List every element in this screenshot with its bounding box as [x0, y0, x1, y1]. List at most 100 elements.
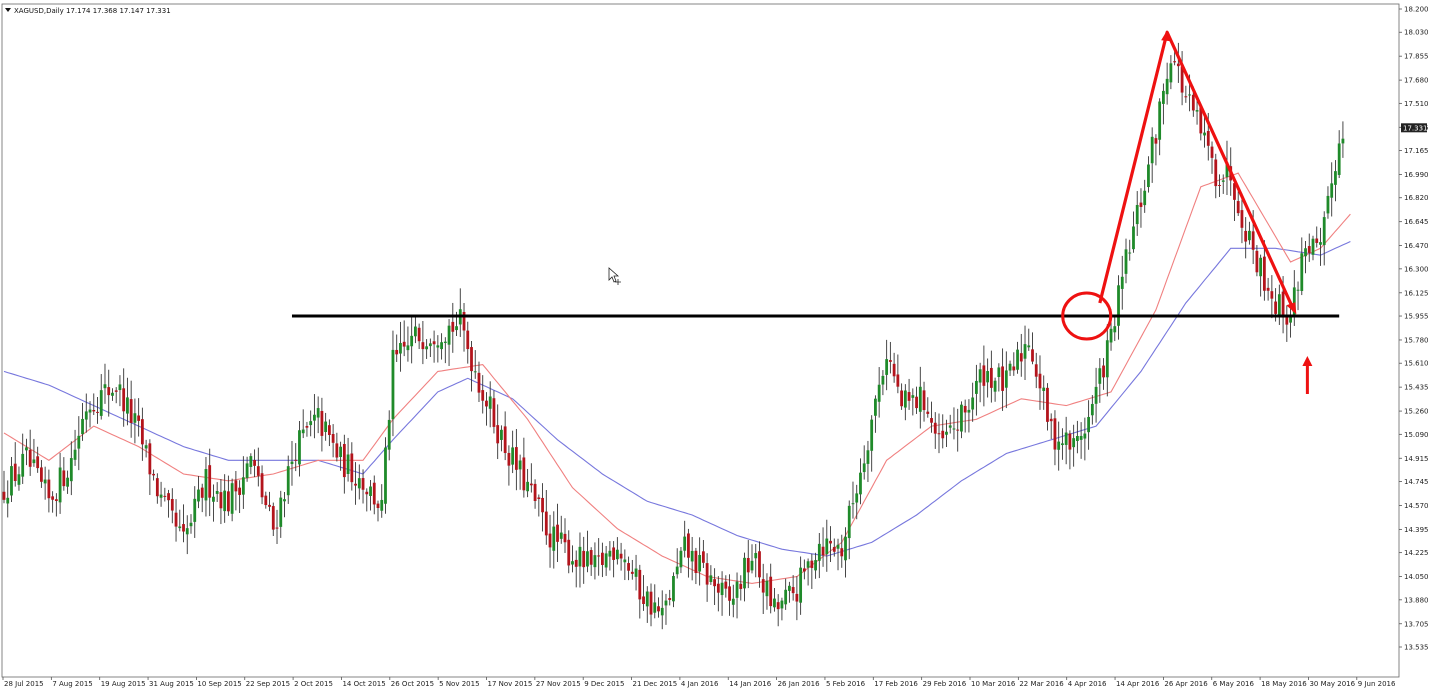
- bear-candle: [533, 483, 537, 502]
- bear-candle: [829, 540, 832, 544]
- bear-candle: [507, 452, 511, 466]
- bear-candle: [238, 487, 242, 495]
- bear-candle: [514, 447, 518, 470]
- bear-candle: [481, 390, 485, 401]
- bull-candle: [511, 447, 515, 465]
- bull-candle: [1128, 252, 1132, 254]
- bull-candle: [817, 543, 821, 561]
- bear-candle: [47, 479, 51, 499]
- y-tick-label: 18.200: [1404, 6, 1429, 14]
- bull-candle: [604, 553, 608, 568]
- bull-candle: [215, 490, 219, 494]
- bear-candle: [421, 342, 425, 350]
- bear-candle: [271, 506, 275, 530]
- bear-candle: [354, 483, 357, 486]
- bull-candle: [743, 557, 746, 589]
- x-tick-label: 22 Mar 2016: [1019, 680, 1064, 688]
- bear-candle: [601, 552, 604, 565]
- x-tick-label: 18 May 2016: [1261, 680, 1307, 688]
- bear-candle: [619, 553, 623, 559]
- bull-candle: [844, 536, 847, 561]
- bull-candle: [945, 431, 948, 435]
- bear-candle: [170, 498, 174, 511]
- bear-candle: [1001, 366, 1004, 391]
- bull-candle: [69, 458, 73, 482]
- bear-candle: [1274, 301, 1277, 314]
- bull-candle: [369, 486, 372, 496]
- y-tick-label: 13.535: [1404, 644, 1429, 652]
- bull-candle: [380, 499, 384, 511]
- bull-candle: [1259, 257, 1263, 277]
- bear-candle: [1240, 210, 1244, 228]
- bull-candle: [10, 466, 13, 496]
- bull-candle: [660, 607, 664, 616]
- x-tick-label: 5 Nov 2015: [439, 680, 479, 688]
- bear-candle: [1270, 291, 1274, 299]
- bull-candle: [773, 598, 776, 608]
- bull-candle: [881, 375, 885, 385]
- bull-candle: [21, 453, 25, 477]
- bull-candle: [765, 580, 769, 597]
- x-tick-label: 26 Jan 2016: [778, 680, 821, 688]
- bull-candle: [731, 598, 735, 605]
- chart-canvas[interactable]: XAGUSD,Daily 17.174 17.368 17.147 17.331…: [0, 0, 1430, 695]
- bear-candle: [327, 425, 331, 436]
- bear-candle: [335, 443, 339, 458]
- bear-candle: [1154, 138, 1158, 144]
- price-chart[interactable]: XAGUSD,Daily 17.174 17.368 17.147 17.331…: [0, 0, 1430, 695]
- bull-candle: [971, 397, 975, 410]
- bear-candle: [466, 330, 470, 350]
- bear-candle: [137, 415, 141, 421]
- bull-candle: [1326, 195, 1330, 214]
- bull-candle: [623, 559, 627, 563]
- bear-candle: [1266, 287, 1270, 291]
- bull-candle: [290, 461, 294, 465]
- bear-candle: [716, 583, 720, 593]
- bear-candle: [728, 586, 731, 601]
- bull-candle: [1296, 289, 1300, 291]
- bull-candle: [615, 549, 619, 560]
- x-tick-label: 14 Oct 2015: [342, 680, 385, 688]
- bull-candle: [948, 425, 952, 428]
- bull-candle: [806, 561, 810, 568]
- x-tick-label: 7 Aug 2015: [52, 680, 92, 688]
- bull-candle: [1079, 435, 1083, 440]
- bull-candle: [488, 396, 492, 409]
- y-tick-label: 14.570: [1404, 502, 1429, 510]
- bear-candle: [163, 495, 167, 497]
- bear-candle: [320, 410, 324, 436]
- bull-candle: [84, 411, 88, 420]
- bull-candle: [443, 341, 447, 344]
- y-tick-label: 15.260: [1404, 408, 1429, 416]
- bull-candle: [645, 591, 649, 607]
- bear-candle: [417, 327, 421, 342]
- bull-candle: [406, 345, 410, 351]
- bull-candle: [952, 428, 956, 430]
- bear-candle: [260, 473, 264, 498]
- bear-candle: [541, 497, 544, 513]
- bear-candle: [28, 449, 32, 467]
- bear-candle: [1210, 146, 1214, 158]
- bear-candle: [114, 390, 118, 392]
- bull-candle: [526, 481, 529, 492]
- bull-candle: [664, 600, 668, 606]
- bear-candle: [129, 399, 133, 423]
- x-tick-label: 10 Sep 2015: [197, 680, 241, 688]
- bull-candle: [780, 600, 784, 609]
- bear-candle: [597, 555, 601, 557]
- bull-candle: [185, 528, 189, 535]
- bear-candle: [1176, 63, 1180, 67]
- bull-candle: [111, 392, 114, 396]
- bull-candle: [855, 493, 859, 503]
- bull-candle: [1322, 217, 1326, 246]
- bear-candle: [395, 349, 399, 355]
- bear-candle: [888, 360, 892, 362]
- bull-candle: [1057, 441, 1061, 450]
- bull-candle: [1016, 349, 1019, 370]
- y-tick-label: 14.915: [1404, 455, 1429, 463]
- bear-candle: [219, 492, 223, 509]
- bear-candle: [896, 374, 900, 387]
- bear-candle: [402, 341, 406, 347]
- bull-candle: [144, 445, 148, 449]
- bear-candle: [1315, 238, 1319, 243]
